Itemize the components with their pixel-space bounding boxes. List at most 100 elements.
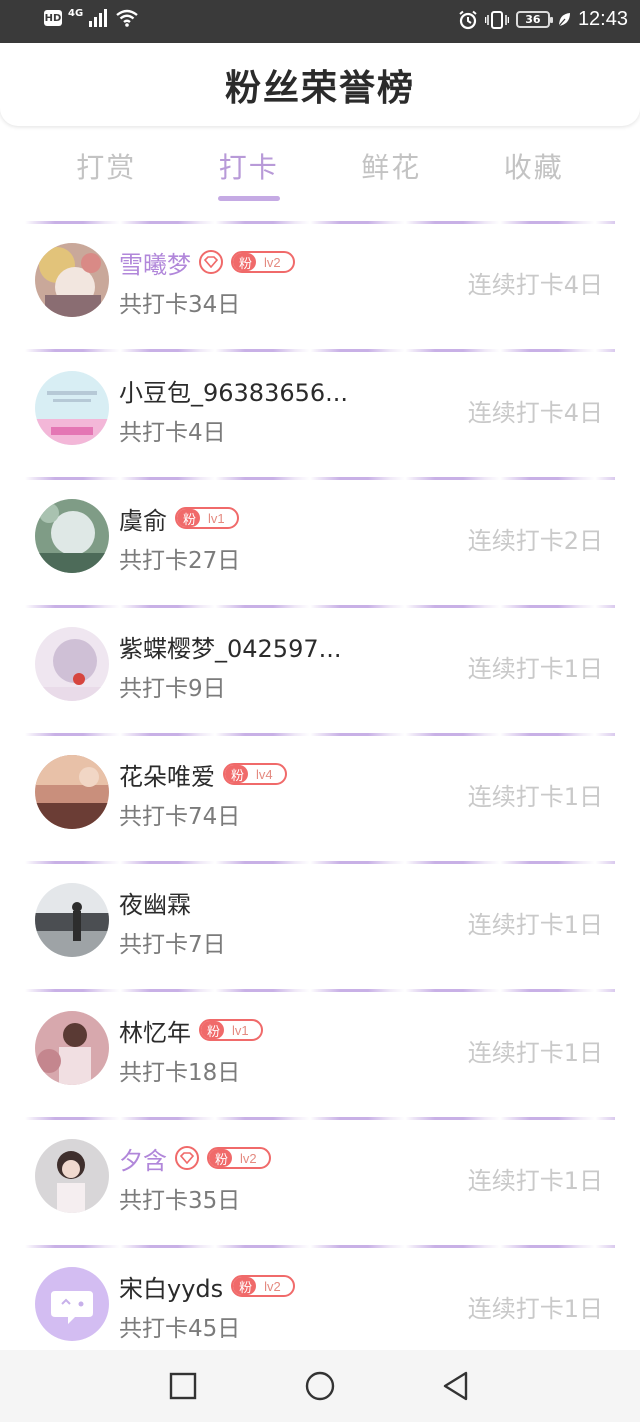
fan-badge-char: 粉 (209, 1149, 233, 1167)
leaf-icon (557, 12, 570, 27)
status-left: HD 4G (44, 7, 139, 27)
list-item[interactable]: 虞俞 粉 lv1 共打卡27日 连续打卡2日 (25, 477, 615, 605)
total-checkins: 共打卡35日 (119, 1188, 241, 1214)
tab-tip[interactable]: 打赏 (35, 140, 178, 206)
tab-label: 打赏 (76, 151, 137, 184)
recent-apps-icon (169, 1372, 197, 1400)
user-name[interactable]: 夕含 (119, 1141, 167, 1176)
divider (25, 861, 615, 864)
list-item[interactable]: 紫蝶樱梦_042597... 共打卡9日 连续打卡1日 (25, 605, 615, 733)
avatar[interactable] (35, 243, 109, 317)
name-line: 夕含 粉 lv2 (119, 1141, 271, 1176)
total-checkins: 共打卡45日 (119, 1316, 241, 1342)
fan-badge-char: 粉 (233, 1277, 257, 1295)
name-line: 雪曦梦 粉 lv2 (119, 245, 295, 280)
fan-level: lv2 (264, 1278, 281, 1294)
divider (25, 605, 615, 608)
avatar[interactable] (35, 883, 109, 957)
user-name[interactable]: 花朵唯爱 (119, 757, 215, 792)
divider (25, 989, 615, 992)
name-line: 花朵唯爱 粉 lv4 (119, 757, 287, 792)
hd-icon: HD (44, 10, 62, 26)
total-checkins: 共打卡34日 (119, 292, 241, 318)
home-button[interactable] (304, 1370, 336, 1402)
diamond-icon (175, 1146, 199, 1170)
name-line: 夜幽霖 (119, 885, 191, 920)
streak-checkins: 连续打卡2日 (467, 527, 603, 555)
recent-apps-button[interactable] (167, 1370, 199, 1402)
name-line: 紫蝶樱梦_042597... (119, 629, 342, 664)
fan-level-badge: 粉 lv2 (231, 1275, 295, 1297)
tab-label: 打卡 (218, 151, 279, 184)
battery-icon: 36 (515, 11, 553, 28)
home-icon (305, 1371, 335, 1401)
divider (25, 477, 615, 480)
streak-checkins: 连续打卡1日 (467, 783, 603, 811)
avatar[interactable] (35, 499, 109, 573)
system-nav-bar (0, 1350, 640, 1422)
status-bar: HD 4G 36 12:43 (0, 0, 640, 43)
user-name[interactable]: 雪曦梦 (119, 245, 191, 280)
streak-checkins: 连续打卡1日 (467, 1295, 603, 1323)
tab-checkin[interactable]: 打卡 (178, 140, 321, 206)
tab-bar: 打赏 打卡 鲜花 收藏 (35, 140, 605, 206)
tab-label: 收藏 (503, 151, 564, 184)
fan-badge-char: 粉 (225, 765, 249, 783)
clock: 12:43 (577, 8, 628, 30)
fan-level: lv1 (208, 510, 225, 526)
fan-list: 雪曦梦 粉 lv2 共打卡34日 连续打卡4日 小豆包_96383656... 共… (25, 221, 615, 1373)
tab-label: 鲜花 (361, 151, 422, 184)
name-line: 虞俞 粉 lv1 (119, 501, 239, 536)
fan-level-badge: 粉 lv4 (223, 763, 287, 785)
list-item[interactable]: 夕含 粉 lv2 共打卡35日 连续打卡1日 (25, 1117, 615, 1245)
streak-checkins: 连续打卡1日 (467, 655, 603, 683)
list-item[interactable]: 花朵唯爱 粉 lv4 共打卡74日 连续打卡1日 (25, 733, 615, 861)
user-name[interactable]: 林忆年 (119, 1013, 191, 1048)
avatar[interactable] (35, 755, 109, 829)
list-item[interactable]: 小豆包_96383656... 共打卡4日 连续打卡4日 (25, 349, 615, 477)
avatar[interactable] (35, 627, 109, 701)
back-button[interactable] (440, 1370, 472, 1402)
fan-level-badge: 粉 lv1 (175, 507, 239, 529)
divider (25, 1245, 615, 1248)
vibrate-icon (484, 10, 509, 29)
user-name[interactable]: 宋白yyds (119, 1269, 223, 1304)
fan-level: lv2 (264, 254, 281, 270)
list-item[interactable]: 夜幽霖 共打卡7日 连续打卡1日 (25, 861, 615, 989)
active-tab-indicator (217, 196, 280, 201)
avatar[interactable] (35, 1267, 109, 1341)
user-name[interactable]: 小豆包_96383656... (119, 373, 348, 408)
avatar[interactable] (35, 371, 109, 445)
total-checkins: 共打卡27日 (119, 548, 241, 574)
streak-checkins: 连续打卡1日 (467, 911, 603, 939)
fan-badge-char: 粉 (201, 1021, 225, 1039)
avatar[interactable] (35, 1011, 109, 1085)
total-checkins: 共打卡4日 (119, 420, 226, 446)
signal-icon (89, 9, 108, 27)
total-checkins: 共打卡7日 (119, 932, 226, 958)
divider (25, 349, 615, 352)
streak-checkins: 连续打卡1日 (467, 1167, 603, 1195)
wifi-icon (116, 9, 138, 27)
fan-level-badge: 粉 lv2 (231, 251, 295, 273)
tab-flowers[interactable]: 鲜花 (320, 140, 463, 206)
page-title: 粉丝荣誉榜 (224, 67, 415, 109)
streak-checkins: 连续打卡4日 (467, 271, 603, 299)
user-name[interactable]: 夜幽霖 (119, 885, 191, 920)
fan-badge-char: 粉 (177, 509, 201, 527)
total-checkins: 共打卡9日 (119, 676, 226, 702)
list-item[interactable]: 林忆年 粉 lv1 共打卡18日 连续打卡1日 (25, 989, 615, 1117)
user-name[interactable]: 虞俞 (119, 501, 167, 536)
avatar[interactable] (35, 1139, 109, 1213)
name-line: 林忆年 粉 lv1 (119, 1013, 263, 1048)
streak-checkins: 连续打卡4日 (467, 399, 603, 427)
tab-favorites[interactable]: 收藏 (463, 140, 606, 206)
status-right: 36 12:43 (458, 8, 628, 31)
name-line: 小豆包_96383656... (119, 373, 348, 408)
fan-badge-char: 粉 (233, 253, 257, 271)
network-type: 4G (68, 7, 84, 19)
alarm-icon (459, 10, 477, 29)
user-name[interactable]: 紫蝶樱梦_042597... (119, 629, 342, 664)
list-item[interactable]: 雪曦梦 粉 lv2 共打卡34日 连续打卡4日 (25, 221, 615, 349)
divider (25, 733, 615, 736)
